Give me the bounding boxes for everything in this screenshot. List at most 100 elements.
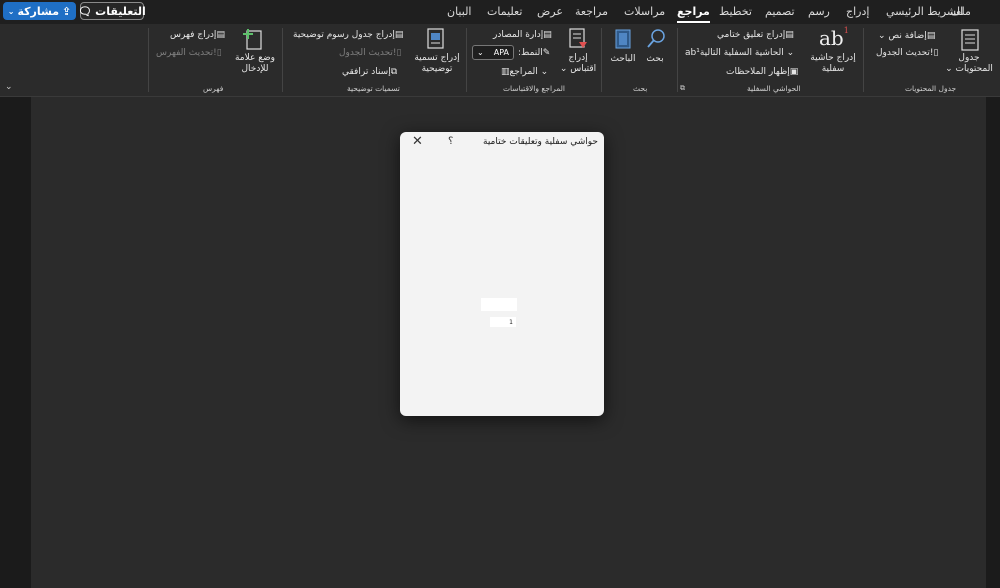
insert-citation-button[interactable]: إدراج اقتباس ⌄ [558, 53, 598, 75]
comments-label: التعليقات [95, 4, 146, 18]
endnote-icon: ▤ [785, 30, 794, 40]
insert-table-of-figures-label: إدراج جدول رسوم توضيحية [293, 30, 395, 40]
chevron-down-icon: ⌄ [477, 48, 484, 57]
tab-insert[interactable]: إدراج [846, 5, 869, 18]
tab-home[interactable]: الشريط الرئيسي [886, 5, 963, 18]
group-separator [863, 28, 864, 92]
citation-style-select[interactable]: ⌄ APA [472, 45, 514, 60]
next-footnote-icon: ab¹ [685, 48, 700, 58]
captions-group-label: تسميات توضيحية [347, 84, 400, 93]
help-button[interactable]: ؟ [448, 136, 453, 147]
comment-icon: 🗨 [78, 4, 93, 18]
toc-group-label: جدول المحتويات [905, 84, 957, 93]
group-separator [282, 28, 283, 92]
footnote-icon: ab1 [819, 26, 849, 50]
search-icon [647, 29, 665, 48]
ribbon: جدول المحتويات ⌄ ▤إضافة نص ⌄ ▯!تحديث الج… [0, 24, 1000, 97]
tab-mailings[interactable]: مراسلات [624, 5, 665, 18]
mark-entry-icon [243, 29, 262, 50]
tab-design[interactable]: تصميم [765, 5, 795, 18]
table-of-contents-icon [961, 29, 979, 51]
chevron-down-icon: ⌄ [7, 6, 15, 16]
share-button[interactable]: ⌄ مشاركة ⇪ [3, 2, 76, 20]
index-group-label: فهرس [203, 84, 224, 93]
update-figures-table-button[interactable]: ▯!تحديث الجدول [339, 48, 401, 59]
manage-sources-icon: ▤ [543, 30, 552, 40]
insert-citation-label: إدراج اقتباس [568, 53, 597, 74]
table-of-contents-button[interactable]: جدول المحتويات ⌄ [944, 53, 994, 75]
insert-citation-icon [569, 28, 587, 48]
update-table-icon: ▯! [929, 48, 939, 58]
tab-draw[interactable]: رسم [808, 5, 830, 18]
cross-reference-button[interactable]: ⧉إسناد ترافقي [342, 67, 397, 78]
add-text-button[interactable]: ▤إضافة نص ⌄ [878, 31, 935, 42]
mark-entry-button[interactable]: وضع علامة للإدخال [230, 53, 280, 75]
menu-bar: ملف الشريط الرئيسي إدراج رسم تصميم تخطيط… [0, 0, 1000, 24]
cross-reference-icon: ⧉ [390, 67, 398, 77]
close-icon: ✕ [412, 134, 423, 149]
update-table-label: تحديث الجدول [876, 48, 930, 58]
update-index-icon: ▯! [213, 48, 222, 58]
researcher-button[interactable]: الباحث [605, 54, 641, 65]
start-at-field[interactable]: 1 [490, 317, 516, 327]
group-separator [466, 28, 467, 92]
bibliography-button[interactable]: ⌄ المراجع▥ [501, 67, 548, 78]
chevron-down-icon: ⌄ [786, 48, 795, 58]
footnote-endnote-dialog: حواشي سفلية وتعليقات ختامية ؟ ✕ 1 [400, 132, 604, 416]
chevron-down-icon: ⌄ [540, 67, 549, 77]
tab-layout[interactable]: تخطيط [719, 5, 752, 18]
share-icon: ⇪ [62, 4, 72, 18]
tab-data[interactable]: البيان [447, 5, 471, 18]
bibliography-label: المراجع [509, 67, 538, 77]
next-footnote-button[interactable]: ⌄ الحاشية السفلية التاليةab¹ [685, 48, 794, 59]
insert-table-of-figures-button[interactable]: ▤إدراج جدول رسوم توضيحية [293, 30, 403, 41]
search-button[interactable]: بحث [640, 54, 670, 65]
group-separator [677, 28, 678, 92]
manage-sources-button[interactable]: ▤إدارة المصادر [493, 30, 552, 41]
insert-endnote-button[interactable]: ▤إدراج تعليق ختامي [717, 30, 794, 41]
comments-button[interactable]: 🗨 التعليقات [78, 2, 146, 20]
group-separator [148, 28, 149, 92]
table-of-figures-icon: ▤ [394, 30, 404, 40]
researcher-icon [615, 29, 631, 49]
insert-index-label: إدراج فهرس [170, 30, 217, 40]
update-table-button[interactable]: ▯!تحديث الجدول [876, 48, 938, 59]
tab-review[interactable]: مراجعة [575, 5, 608, 18]
show-notes-icon: ▣ [789, 67, 799, 77]
show-notes-label: إظهار الملاحظات [726, 67, 790, 77]
insert-caption-button[interactable]: إدراج تسمية توضيحية [410, 53, 464, 75]
style-value: APA [493, 48, 509, 57]
tab-view[interactable]: عرض [537, 5, 563, 18]
add-text-icon: ▤ [926, 31, 936, 41]
style-label-text: النمط: [518, 48, 543, 58]
footnotes-group-label: الحواشي السفلية [747, 84, 801, 93]
dialog-field-box [481, 298, 517, 311]
citations-group-label: المراجع والاقتباسات [503, 84, 565, 93]
show-notes-button[interactable]: ▣إظهار الملاحظات [726, 67, 798, 78]
update-index-label: تحديث الفهرس [156, 48, 214, 58]
add-text-label: إضافة نص [888, 31, 927, 41]
dialog-title: حواشي سفلية وتعليقات ختامية [483, 137, 598, 147]
tab-help[interactable]: تعليمات [487, 5, 522, 18]
close-button[interactable]: ✕ [412, 134, 423, 149]
insert-endnote-label: إدراج تعليق ختامي [717, 30, 786, 40]
update-index-button[interactable]: ▯!تحديث الفهرس [156, 48, 222, 59]
insert-footnote-button[interactable]: إدراج حاشية سفلية [806, 53, 860, 75]
insert-index-icon: ▤ [216, 30, 225, 40]
research-group-label: بحث [633, 84, 648, 93]
dialog-launcher-icon[interactable]: ⧉ [680, 84, 685, 93]
ribbon-collapse-chevron-icon[interactable]: ⌄ [5, 82, 13, 92]
insert-caption-icon [427, 28, 444, 49]
manage-sources-label: إدارة المصادر [493, 30, 544, 40]
next-footnote-label: الحاشية السفلية التالية [699, 48, 784, 58]
bibliography-icon: ▥ [501, 67, 510, 77]
tab-references[interactable]: مراجع [677, 5, 710, 23]
cross-reference-label: إسناد ترافقي [342, 67, 391, 77]
insert-index-button[interactable]: ▤إدراج فهرس [170, 30, 225, 41]
update-table-icon: ▯! [392, 48, 402, 58]
style-label: ✎النمط: [518, 48, 550, 59]
share-label: مشاركة [17, 4, 60, 18]
update-figures-table-label: تحديث الجدول [339, 48, 393, 58]
group-separator [601, 28, 602, 92]
toc-label: جدول المحتويات [955, 53, 993, 74]
